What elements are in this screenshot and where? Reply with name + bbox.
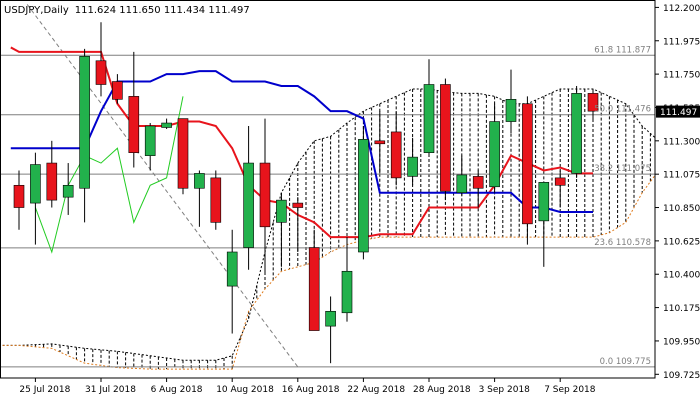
y-tick-label: 111.075 bbox=[663, 171, 700, 181]
candle-bull bbox=[79, 56, 90, 189]
candle-bull bbox=[243, 162, 254, 248]
x-tick-label: 7 Sep 2018 bbox=[544, 385, 596, 395]
candle-bull bbox=[276, 199, 287, 223]
fib-level-label: 61.8 111.877 bbox=[594, 45, 651, 55]
x-tick-label: 16 Aug 2018 bbox=[282, 385, 340, 395]
y-tick-label: 110.850 bbox=[663, 204, 700, 214]
candle-bull bbox=[489, 121, 500, 188]
candle-bull bbox=[144, 125, 156, 156]
x-tick-label: 28 Aug 2018 bbox=[413, 385, 471, 395]
last-price-label: 111.497 bbox=[660, 108, 697, 118]
candle-bear bbox=[522, 103, 533, 225]
candle-bear bbox=[210, 177, 222, 223]
y-tick-label: 111.750 bbox=[663, 71, 700, 81]
fib-level-label: 0.0 109.775 bbox=[600, 357, 651, 367]
candle-bear bbox=[292, 202, 304, 208]
candle-bull bbox=[407, 156, 418, 177]
candle-bull bbox=[226, 251, 238, 287]
candle-bull bbox=[538, 182, 550, 222]
candle-bear bbox=[46, 162, 58, 201]
y-tick-label: 111.300 bbox=[663, 137, 700, 147]
candle-bear bbox=[390, 131, 402, 179]
x-tick-label: 22 Aug 2018 bbox=[347, 385, 405, 395]
candle-bull bbox=[341, 270, 353, 314]
x-tick-label: 25 Jul 2018 bbox=[19, 385, 70, 395]
y-tick-label: 110.625 bbox=[663, 237, 700, 247]
y-tick-label: 110.175 bbox=[663, 304, 700, 314]
y-tick-label: 109.950 bbox=[663, 337, 700, 347]
candle-bull bbox=[161, 122, 172, 128]
candle-bear bbox=[259, 162, 271, 228]
candle-bear bbox=[374, 140, 386, 145]
y-tick-label: 112.200 bbox=[663, 4, 700, 14]
candle-bear bbox=[177, 118, 189, 189]
candle-bear bbox=[440, 84, 451, 192]
candle-bull bbox=[505, 99, 517, 122]
fib-level-label: 23.6 110.578 bbox=[594, 238, 651, 248]
chart-header-symbol: USDJPY,Daily 111.624 111.650 111.434 111.… bbox=[4, 5, 250, 16]
timeframe-label: Daily bbox=[43, 5, 68, 16]
candle-bull bbox=[62, 184, 74, 198]
symbol-label: USDJPY bbox=[4, 5, 41, 16]
candle-bear bbox=[13, 184, 25, 208]
x-tick-label: 6 Aug 2018 bbox=[151, 385, 203, 395]
fib-level-label: 38.2 111.075 bbox=[594, 164, 651, 174]
candle-bull bbox=[423, 84, 435, 153]
candle-bull bbox=[194, 173, 205, 189]
candle-bull bbox=[571, 93, 582, 174]
y-tick-label: 109.725 bbox=[663, 371, 700, 381]
y-tick-label: 110.400 bbox=[663, 271, 700, 281]
fib-level-label: 50.0 111.476 bbox=[594, 105, 651, 115]
candle-bull bbox=[325, 310, 336, 327]
usdjpy-daily-chart: 112.200111.975111.750111.525111.300111.0… bbox=[0, 0, 700, 400]
candle-bear bbox=[112, 81, 123, 100]
chart-area: 112.200111.975111.750111.525111.300111.0… bbox=[0, 0, 700, 400]
x-tick-label: 3 Sep 2018 bbox=[479, 385, 531, 395]
candle-bull bbox=[358, 139, 369, 253]
candle-bear bbox=[95, 60, 107, 85]
candle-bear bbox=[472, 176, 484, 189]
ohlc-readout: 111.624 111.650 111.434 111.497 bbox=[75, 5, 250, 16]
candle-bull bbox=[30, 164, 41, 204]
candle-bear bbox=[308, 247, 320, 331]
x-tick-label: 31 Jul 2018 bbox=[85, 385, 136, 395]
x-tick-label: 10 Aug 2018 bbox=[216, 385, 274, 395]
y-tick-label: 111.975 bbox=[663, 37, 700, 47]
candle-bear bbox=[554, 177, 566, 186]
candle-bull bbox=[456, 174, 468, 194]
candle-bear bbox=[128, 96, 140, 153]
